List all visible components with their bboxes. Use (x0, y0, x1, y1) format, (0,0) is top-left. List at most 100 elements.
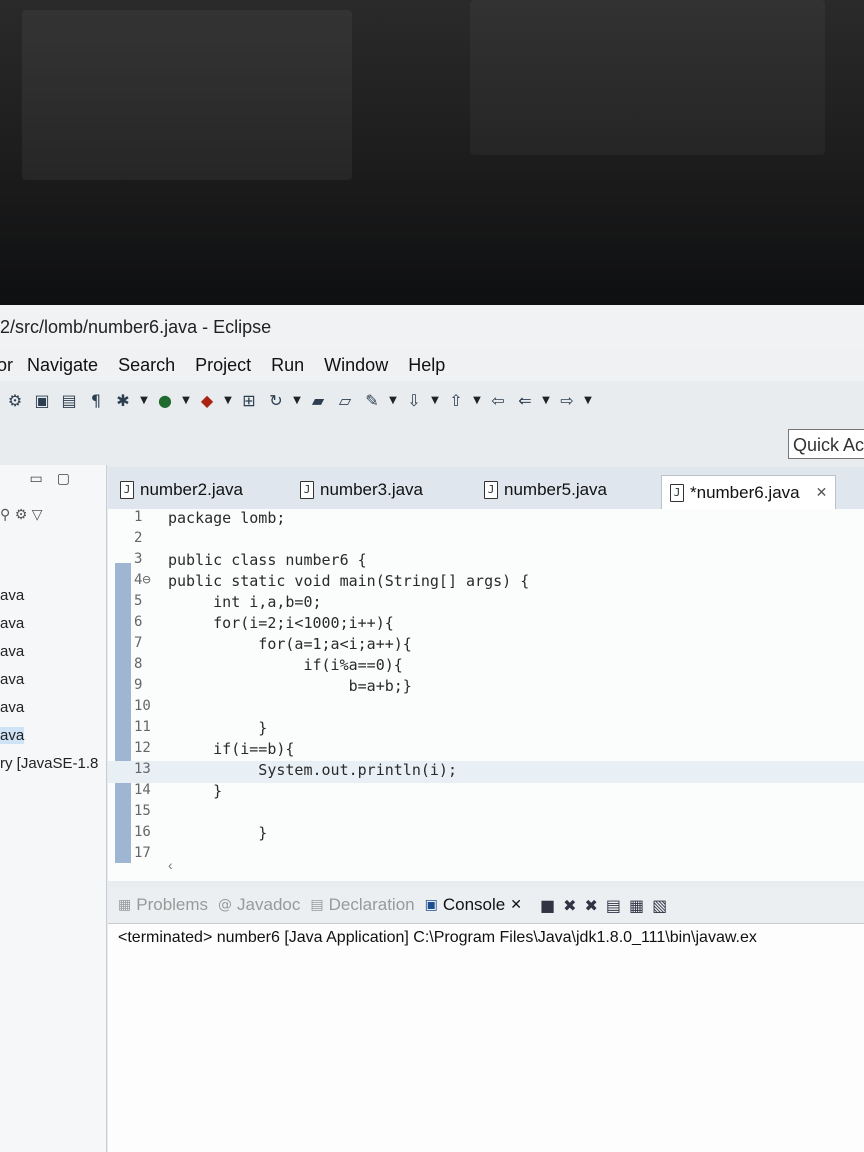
tab-console[interactable]: ▣ Console ✕ (425, 895, 522, 915)
settings-icon[interactable]: ⚙ (4, 390, 26, 412)
main-toolbar: ⚙ ▣ ▤ ¶ ✱ ▼ ● ▼ ◆ ▼ ⊞ ↻ ▼ ▰ ▱ ✎ ▼ ⇩ ▼ ⇧ … (0, 381, 864, 421)
tab-javadoc[interactable]: @ Javadoc (218, 895, 300, 915)
forward-icon[interactable]: ⇨ (556, 390, 578, 412)
line-number: 14 (134, 782, 151, 798)
code-line: 6 for(i=2;i<1000;i++){ (108, 614, 864, 636)
menu-window[interactable]: Window (324, 355, 388, 376)
code-text: System.out.println(i); (168, 761, 457, 779)
prev-annotation-icon[interactable]: ⇧ (445, 390, 467, 412)
package-explorer-header: ▭▢ ⚲ ⚙ ▽ (0, 465, 106, 523)
tab-number3[interactable]: J number3.java (300, 473, 423, 507)
chevron-down-icon[interactable]: ▼ (430, 390, 440, 412)
code-line: 8 if(i%a==0){ (108, 656, 864, 678)
quick-access-input[interactable]: Quick Acc (788, 429, 864, 459)
console-icon: ▣ (424, 897, 438, 913)
problems-icon: ▦ (118, 897, 132, 913)
minimize-maximize-icons[interactable]: ▭▢ (30, 471, 84, 487)
tab-problems[interactable]: ▦ Problems (118, 895, 208, 915)
menu-search[interactable]: Search (118, 355, 175, 376)
explorer-item-selected[interactable]: ava (0, 727, 24, 744)
run-config-icon[interactable]: ◆ (196, 390, 218, 412)
back-icon[interactable]: ⇐ (514, 390, 536, 412)
scroll-left-icon[interactable]: ‹ (168, 857, 173, 873)
line-number: 8 (134, 656, 143, 672)
code-line: 3 public class number6 { (108, 551, 864, 573)
tab-label: number3.java (320, 480, 424, 499)
refresh-icon[interactable]: ↻ (265, 390, 287, 412)
tab-number5[interactable]: J number5.java (484, 473, 607, 507)
new-folder-icon[interactable]: ▱ (334, 390, 356, 412)
print-icon[interactable]: ▤ (58, 390, 80, 412)
debug-icon[interactable]: ✱ (112, 390, 134, 412)
java-file-icon: J (484, 481, 498, 499)
open-folder-icon[interactable]: ▰ (307, 390, 329, 412)
menu-bar: or Navigate Search Project Run Window He… (0, 349, 864, 381)
tab-number6[interactable]: J *number6.java ✕ (661, 475, 837, 510)
menu-project[interactable]: Project (195, 355, 251, 376)
tab-declaration[interactable]: ▤ Declaration (310, 895, 414, 915)
explorer-item[interactable]: ava (0, 671, 24, 688)
terminate-icon[interactable]: ■ (540, 896, 555, 915)
remove-launch-icon[interactable]: ✖ (563, 896, 576, 915)
tab-label: number2.java (140, 480, 244, 499)
code-text: if(i%a==0){ (168, 656, 403, 674)
code-line: 10 (108, 698, 864, 720)
pilcrow-icon[interactable]: ¶ (85, 390, 107, 412)
chevron-down-icon[interactable]: ▼ (541, 390, 551, 412)
explorer-item[interactable]: ava (0, 615, 24, 632)
close-icon[interactable]: ✕ (510, 897, 522, 913)
run-icon[interactable]: ● (154, 390, 176, 412)
line-number: 10 (134, 698, 151, 714)
code-text: int i,a,b=0; (168, 593, 322, 611)
line-number: 16 (134, 824, 151, 840)
code-line: 7 for(a=1;a<i;a++){ (108, 635, 864, 657)
explorer-item[interactable]: ava (0, 643, 24, 660)
menu-run[interactable]: Run (271, 355, 304, 376)
close-icon[interactable]: ✕ (816, 485, 828, 501)
line-number: 12 (134, 740, 151, 756)
next-annotation-icon[interactable]: ⇩ (403, 390, 425, 412)
java-file-icon: J (300, 481, 314, 499)
view-menu-icons[interactable]: ⚲ ⚙ ▽ (0, 507, 42, 523)
code-line: 12 if(i==b){ (108, 740, 864, 762)
chevron-down-icon[interactable]: ▼ (583, 390, 593, 412)
title-bar: 2/src/lomb/number6.java - Eclipse (0, 305, 864, 349)
code-text: public static void main(String[] args) { (168, 572, 530, 590)
tab-label: Declaration (328, 895, 415, 914)
code-line: 15 (108, 803, 864, 825)
code-editor[interactable]: 1 package lomb; 2 3 public class number6 {… (108, 509, 864, 881)
explorer-item-jre[interactable]: ry [JavaSE-1.8 (0, 755, 98, 772)
menu-help[interactable]: Help (408, 355, 445, 376)
remove-all-icon[interactable]: ✖ (584, 896, 597, 915)
pin-icon[interactable]: ✎ (361, 390, 383, 412)
scroll-lock-icon[interactable]: ▦ (629, 896, 644, 915)
eclipse-window: 2/src/lomb/number6.java - Eclipse or Nav… (0, 305, 864, 1152)
tab-number2[interactable]: J number2.java (120, 473, 243, 507)
pin-console-icon[interactable]: ▧ (652, 896, 667, 915)
chevron-down-icon[interactable]: ▼ (223, 390, 233, 412)
save-icon[interactable]: ▣ (31, 390, 53, 412)
code-text: for(a=1;a<i;a++){ (168, 635, 412, 653)
explorer-item[interactable]: ava (0, 699, 24, 716)
line-number: 3 (134, 551, 143, 567)
chevron-down-icon[interactable]: ▼ (472, 390, 482, 412)
java-file-icon: J (120, 481, 134, 499)
clear-console-icon[interactable]: ▤ (606, 896, 621, 915)
open-type-icon[interactable]: ⊞ (238, 390, 260, 412)
chevron-down-icon[interactable]: ▼ (139, 390, 149, 412)
code-text: for(i=2;i<1000;i++){ (168, 614, 394, 632)
chevron-down-icon[interactable]: ▼ (292, 390, 302, 412)
chevron-down-icon[interactable]: ▼ (181, 390, 191, 412)
explorer-item[interactable]: ava (0, 587, 24, 604)
menu-edit[interactable]: or (0, 355, 13, 376)
chevron-down-icon[interactable]: ▼ (388, 390, 398, 412)
javadoc-icon: @ (218, 897, 233, 913)
menu-navigate[interactable]: Navigate (27, 355, 98, 376)
code-text: package lomb; (168, 509, 286, 527)
code-line: 5 int i,a,b=0; (108, 593, 864, 615)
editor-tab-bar: J number2.java J number3.java J number5.… (108, 467, 864, 510)
console-output: <terminated> number6 [Java Application] … (118, 929, 757, 946)
code-text: if(i==b){ (168, 740, 295, 758)
line-number: 15 (134, 803, 151, 819)
prev-edit-icon[interactable]: ⇦ (487, 390, 509, 412)
